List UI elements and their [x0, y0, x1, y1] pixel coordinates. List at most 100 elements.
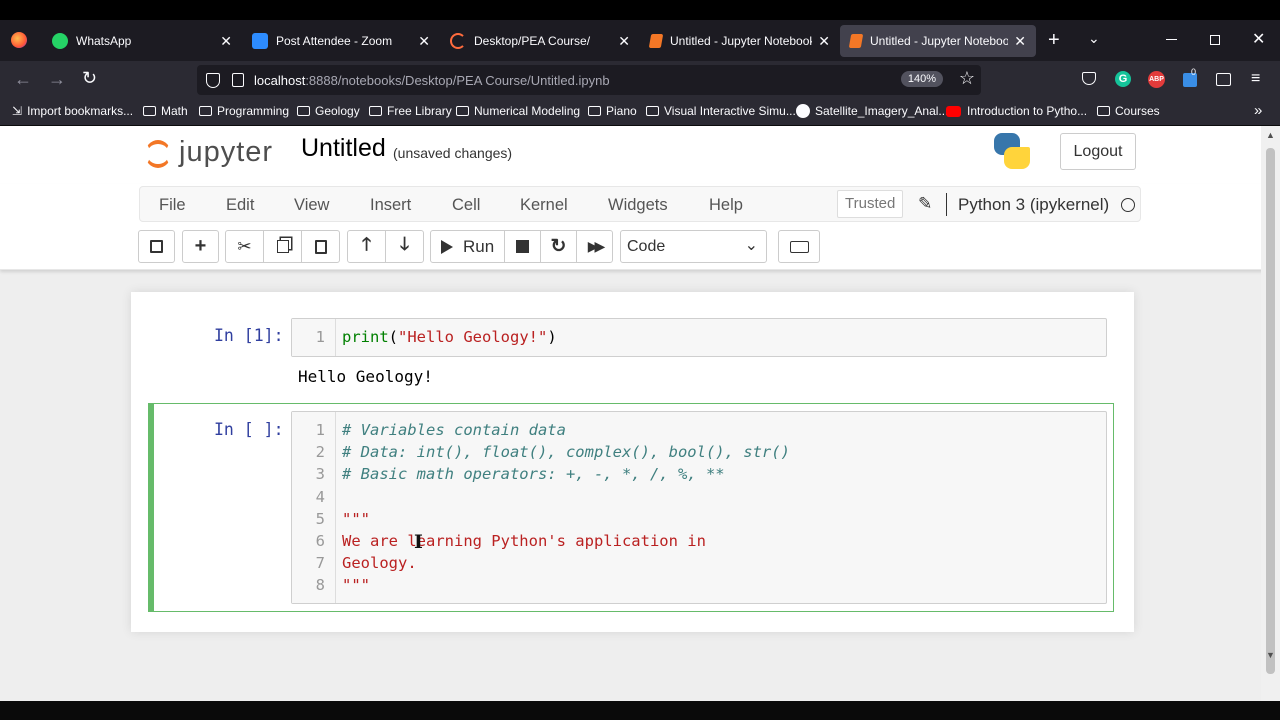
notebook-toolbar-area: File Edit View Insert Cell Kernel Widget… [0, 184, 1280, 270]
code-cell[interactable]: In [1]: 1 print("Hello Geology!") Hello … [148, 314, 1114, 394]
youtube-icon [946, 105, 961, 117]
pocket-icon[interactable] [1082, 72, 1096, 85]
page-content: jupyter Untitled (unsaved changes) Logou… [0, 126, 1280, 701]
cell-type-select[interactable]: Code ⌄ [620, 230, 767, 263]
cut-button[interactable]: ✂ [225, 230, 264, 263]
folder-icon [369, 106, 382, 116]
minimize-icon[interactable] [1166, 39, 1177, 40]
menu-help[interactable]: Help [709, 196, 743, 215]
menu-file[interactable]: File [159, 196, 186, 215]
bookmark-intro-python[interactable]: Introduction to Pytho... [946, 104, 1087, 118]
bookmark-label: Math [161, 104, 188, 118]
bookmark-numerical-modeling[interactable]: Numerical Modeling [456, 104, 580, 118]
copy-icon [276, 240, 289, 253]
folder-icon [297, 106, 310, 116]
code-line: print("Hello Geology!") [342, 328, 557, 346]
close-icon[interactable]: ✕ [1014, 33, 1026, 50]
menu-cell[interactable]: Cell [452, 196, 480, 215]
grammarly-icon[interactable]: G [1115, 71, 1131, 87]
bookmark-programming[interactable]: Programming [199, 104, 289, 118]
browser-window: WhatsApp ✕ Post Attendee - Zoom ✕ Deskto… [0, 0, 1280, 720]
new-tab-icon[interactable]: + [1048, 29, 1060, 52]
window-close-icon[interactable]: ✕ [1252, 29, 1265, 49]
restore-icon[interactable] [1210, 35, 1220, 45]
close-icon[interactable]: ✕ [618, 33, 630, 50]
paste-icon [314, 239, 327, 254]
menu-view[interactable]: View [294, 196, 329, 215]
tab-pea-course[interactable]: Desktop/PEA Course/ ✕ [440, 25, 640, 57]
bookmark-courses[interactable]: Courses [1097, 104, 1160, 118]
python-logo-icon [994, 133, 1030, 169]
menu-insert[interactable]: Insert [370, 196, 411, 215]
firefox-menu-icon[interactable] [11, 32, 27, 48]
logout-button[interactable]: Logout [1060, 133, 1136, 170]
move-up-button[interactable]: 🡑 [347, 230, 386, 263]
code-editor[interactable]: 1 print("Hello Geology!") [291, 318, 1107, 357]
menu-widgets[interactable]: Widgets [608, 196, 668, 215]
bookmark-math[interactable]: Math [143, 104, 188, 118]
tab-label: Desktop/PEA Course/ [474, 34, 591, 48]
notebook-title[interactable]: Untitled [301, 134, 386, 163]
command-palette-button[interactable] [778, 230, 820, 263]
bookmark-geology[interactable]: Geology [297, 104, 360, 118]
page-scrollbar[interactable]: ▲ ▼ [1261, 126, 1280, 701]
scrollbar-thumb[interactable] [1266, 148, 1275, 674]
tab-untitled-active[interactable]: Untitled - Jupyter Notebook ✕ [840, 25, 1036, 57]
code-line-string: """ [342, 510, 370, 528]
bookmark-star-icon[interactable]: ☆ [959, 68, 975, 89]
menu-edit[interactable]: Edit [226, 196, 254, 215]
paste-button[interactable] [301, 230, 340, 263]
tab-list-icon[interactable]: ⌄ [1088, 30, 1100, 47]
jupyter-logo[interactable]: jupyter [143, 134, 283, 174]
restart-run-all-button[interactable]: ▶▶ [576, 230, 613, 263]
restart-button[interactable]: ↻ [540, 230, 577, 263]
tab-label: Untitled - Jupyter Notebook [870, 34, 1009, 48]
tab-whatsapp[interactable]: WhatsApp ✕ [42, 25, 242, 57]
url-bar[interactable]: localhost:8888/notebooks/Desktop/PEA Cou… [197, 65, 981, 95]
bookmark-label: Programming [217, 104, 290, 118]
save-button[interactable] [138, 230, 175, 263]
zoom-level[interactable]: 140% [900, 71, 943, 87]
more-bookmarks-icon[interactable]: » [1254, 102, 1262, 119]
bookmark-piano[interactable]: Piano [588, 104, 637, 118]
tab-untitled-1[interactable]: Untitled - Jupyter Notebook ✕ [640, 25, 840, 57]
line-number: 4 [315, 488, 325, 506]
jupyter-spinner-icon [450, 33, 466, 49]
close-icon[interactable]: ✕ [818, 33, 830, 50]
hamburger-menu-icon[interactable]: ≡ [1251, 70, 1260, 88]
trusted-indicator[interactable]: Trusted [837, 190, 904, 218]
close-icon[interactable]: ✕ [418, 33, 430, 50]
copy-button[interactable] [263, 230, 302, 263]
bookmark-import[interactable]: ⇲ Import bookmarks... [12, 104, 133, 118]
code-line-string: """ [342, 576, 370, 594]
page-info-icon[interactable] [232, 73, 244, 87]
menu-kernel[interactable]: Kernel [520, 196, 568, 215]
bookmarks-bar: ⇲ Import bookmarks... Math Programming Ge… [0, 99, 1280, 126]
bookmark-satellite-imagery[interactable]: Satellite_Imagery_Anal... [796, 104, 948, 118]
sidebar-icon[interactable] [1216, 73, 1231, 86]
code-cell-selected[interactable]: In [ ]: 1 2 3 4 5 6 7 8 # Variables cont… [148, 403, 1114, 612]
scroll-up-icon[interactable]: ▲ [1266, 130, 1275, 140]
keyboard-icon [789, 240, 809, 253]
bookmark-visual-simulations[interactable]: Visual Interactive Simu... [646, 104, 796, 118]
insert-cell-button[interactable]: + [182, 230, 219, 263]
adblock-icon[interactable]: ABP [1148, 71, 1165, 88]
bookmark-free-library[interactable]: Free Library [369, 104, 452, 118]
reload-icon[interactable]: ↻ [82, 68, 97, 89]
interrupt-button[interactable] [504, 230, 541, 263]
forward-icon[interactable]: → [48, 69, 66, 90]
input-prompt: In [1]: [214, 326, 284, 345]
move-down-button[interactable]: 🡓 [385, 230, 424, 263]
shield-icon[interactable] [206, 72, 220, 88]
back-icon[interactable]: ← [14, 69, 32, 90]
top-border [0, 0, 1280, 20]
folder-icon [199, 106, 212, 116]
tab-zoom[interactable]: Post Attendee - Zoom ✕ [242, 25, 440, 57]
tab-strip: WhatsApp ✕ Post Attendee - Zoom ✕ Deskto… [0, 20, 1280, 61]
code-editor[interactable]: 1 2 3 4 5 6 7 8 # Variables contain data… [291, 411, 1107, 604]
kernel-name[interactable]: Python 3 (ipykernel) [958, 195, 1109, 215]
scroll-down-icon[interactable]: ▼ [1266, 650, 1275, 660]
close-icon[interactable]: ✕ [220, 33, 232, 50]
code-line-comment: # Basic math operators: +, -, *, /, %, *… [342, 465, 725, 483]
run-button[interactable]: Run [430, 230, 505, 263]
